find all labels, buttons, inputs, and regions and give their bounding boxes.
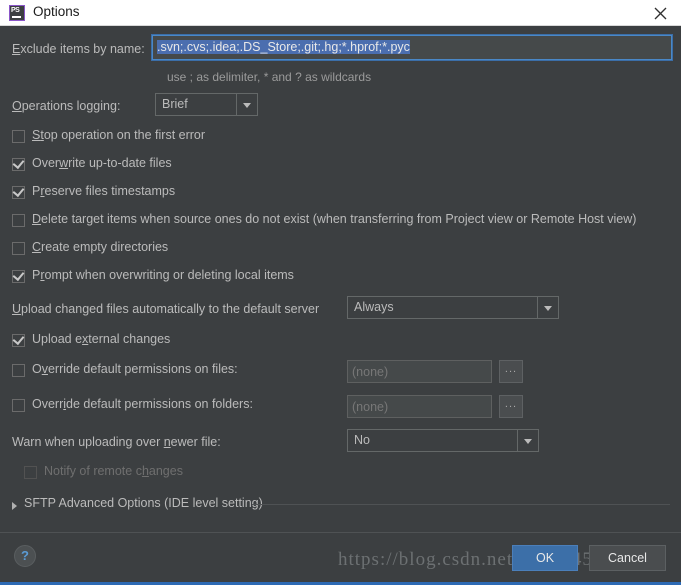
checkbox-label: Upload external changes — [32, 332, 171, 346]
permissions-files-browse-button[interactable]: ... — [499, 360, 523, 383]
checkbox-box[interactable] — [12, 268, 25, 283]
checkbox-box[interactable] — [12, 184, 25, 199]
chevron-right-icon[interactable] — [12, 502, 17, 510]
upload-auto-label: Upload changed files automatically to th… — [12, 302, 320, 316]
checkbox-box[interactable] — [12, 130, 25, 143]
ok-button[interactable]: OK — [512, 545, 578, 571]
permissions-folders-value: (none) — [352, 400, 389, 414]
phpstorm-ps-icon: PS — [9, 5, 25, 21]
checkbox-label: Override default permissions on folders: — [32, 397, 253, 411]
exclude-items-hint: use ; as delimiter, * and ? as wildcards — [167, 70, 372, 84]
title-bar: PS Options — [0, 0, 681, 26]
sftp-advanced-options-title: SFTP Advanced Options (IDE level setting… — [24, 496, 263, 510]
warn-newer-label: Warn when uploading over newer file: — [12, 435, 221, 449]
window-title: Options — [33, 4, 80, 19]
checkbox-label: Overwrite up-to-date files — [32, 156, 172, 170]
close-icon[interactable] — [639, 0, 681, 25]
checkbox-label: Override default permissions on files: — [32, 362, 238, 376]
checkbox-box[interactable] — [12, 156, 25, 171]
checkbox-label: Prompt when overwriting or deleting loca… — [32, 268, 294, 282]
checkbox-box[interactable] — [12, 242, 25, 255]
checkbox-label: Stop operation on the first error — [32, 128, 206, 142]
permissions-folders-browse-button[interactable]: ... — [499, 395, 523, 418]
checkbox-box[interactable] — [12, 399, 25, 412]
checkbox-label: Preserve files timestamps — [32, 184, 176, 198]
checkbox-box[interactable] — [12, 214, 25, 227]
checkbox-label: Create empty directories — [32, 240, 169, 254]
upload-auto-select[interactable]: Always — [347, 296, 559, 319]
warn-newer-value: No — [354, 433, 370, 447]
footer-divider — [0, 532, 681, 533]
operations-logging-select[interactable]: Brief — [155, 93, 258, 116]
checkbox-label: Delete target items when source ones do … — [32, 212, 637, 226]
chevron-down-icon[interactable] — [236, 94, 257, 115]
upload-auto-value: Always — [354, 300, 394, 314]
checkbox-box[interactable] — [12, 332, 25, 347]
chevron-down-icon[interactable] — [517, 430, 538, 451]
checkbox-label: Notify of remote changes — [44, 464, 183, 478]
help-question-icon[interactable]: ? — [14, 545, 36, 567]
permissions-files-value: (none) — [352, 365, 389, 379]
exclude-items-value: .svn;.cvs;.idea;.DS_Store;.git;.hg;*.hpr… — [157, 40, 410, 54]
exclude-items-label: Exclude items by name: — [12, 42, 145, 56]
options-dialog: PS Options Exclude items by name: .svn;.… — [0, 0, 681, 585]
cancel-button[interactable]: Cancel — [589, 545, 666, 571]
permissions-files-input[interactable]: (none) — [347, 360, 492, 383]
checkbox-box[interactable] — [12, 364, 25, 377]
operations-logging-value: Brief — [162, 97, 188, 111]
chevron-down-icon[interactable] — [537, 297, 558, 318]
permissions-folders-input[interactable]: (none) — [347, 395, 492, 418]
operations-logging-label: Operations logging: — [12, 99, 121, 113]
checkbox-box[interactable] — [24, 466, 37, 479]
section-divider — [252, 504, 670, 505]
warn-newer-select[interactable]: No — [347, 429, 539, 452]
exclude-items-input[interactable]: .svn;.cvs;.idea;.DS_Store;.git;.hg;*.hpr… — [151, 34, 673, 61]
